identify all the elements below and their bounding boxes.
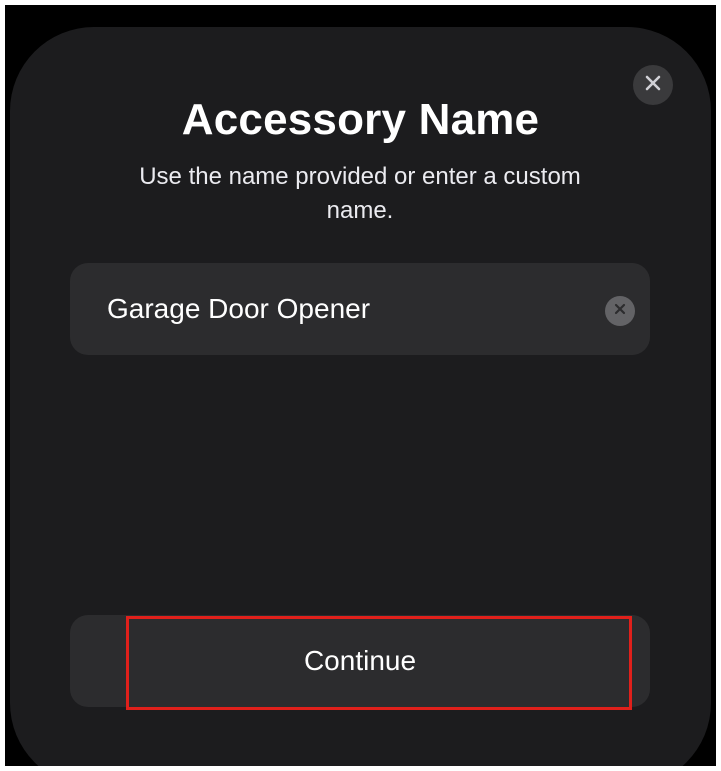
accessory-name-value[interactable]: Garage Door Opener	[107, 291, 370, 327]
dialog-subtitle: Use the name provided or enter a custom …	[139, 163, 581, 224]
close-icon	[645, 75, 661, 96]
dialog-title: Accessory Name	[181, 95, 540, 144]
continue-button[interactable]: Continue	[70, 615, 650, 707]
clear-icon	[614, 302, 626, 320]
accessory-name-field[interactable]: Garage Door Opener	[70, 263, 650, 355]
screen: Accessory Name Use the name provided or …	[5, 5, 716, 766]
continue-label: Continue	[303, 645, 417, 676]
clear-text-button[interactable]	[605, 296, 635, 326]
